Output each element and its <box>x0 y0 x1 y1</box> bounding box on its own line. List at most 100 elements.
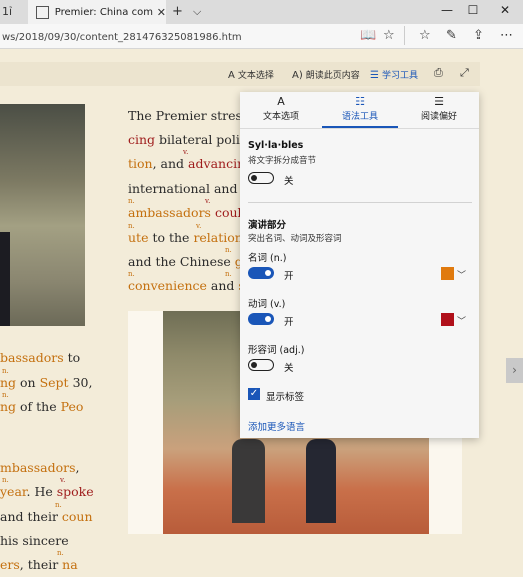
noun-word: mbassadors <box>0 460 76 475</box>
tab-bar: 1ỉ Premier: China committ ✕ + ⌵ — ☐ ✕ <box>0 0 523 24</box>
close-tab-icon[interactable]: ✕ <box>157 6 166 19</box>
verbs-label: 动词 (v.) <box>248 299 286 310</box>
article-text: , their <box>19 557 63 572</box>
favorite-star-icon[interactable]: ☆ <box>383 28 395 43</box>
adjectives-label: 形容词 (adj.) <box>248 345 305 356</box>
article-text: , <box>75 460 80 475</box>
article-text: and the Chinese <box>128 254 235 269</box>
article-text: and <box>206 278 239 293</box>
article-line: and their coun <box>0 509 93 524</box>
share-icon[interactable]: ⇪ <box>473 28 484 43</box>
article-text: of the <box>16 399 61 414</box>
reading-preferences-icon: ☰ <box>434 95 444 108</box>
reading-view-icon[interactable]: 📖 <box>360 28 376 43</box>
verbs-color-chevron-down-icon[interactable]: ﹀ <box>457 314 466 327</box>
article-line: bassadors to <box>0 350 80 365</box>
nouns-color-swatch[interactable] <box>441 267 454 280</box>
adjectives-toggle[interactable] <box>248 359 274 371</box>
pos-tag: n. <box>55 501 62 509</box>
tab-label: 语法工具 <box>341 112 378 122</box>
maximize-button[interactable]: ☐ <box>462 3 484 17</box>
verbs-color-swatch[interactable] <box>441 313 454 326</box>
article-line: convenience and su <box>128 278 253 293</box>
article-line: year. He spoke <box>0 484 94 499</box>
fullscreen-icon[interactable]: ⤢ <box>460 66 469 80</box>
pos-tag: n. <box>2 391 9 399</box>
tab-list-chevron-icon[interactable]: ⌵ <box>193 4 201 20</box>
text-options-button[interactable]: A 文本选择 <box>228 68 274 81</box>
pos-tag: n. <box>128 197 135 205</box>
pen-icon[interactable]: ✎ <box>446 28 457 43</box>
panel-tabs: A 文本选项 ☷ 语法工具 ☰ 阅读偏好 <box>240 92 479 129</box>
pos-tag: v. <box>205 197 211 205</box>
noun-word: ers <box>0 557 20 572</box>
grammar-tools-icon: ☷ <box>355 95 365 108</box>
font-size-icon: A <box>228 70 235 81</box>
nouns-color-chevron-down-icon[interactable]: ﹀ <box>457 268 466 281</box>
person-silhouette <box>0 232 10 326</box>
pos-tag: n. <box>2 476 9 484</box>
article-line: ambassadors could <box>128 205 250 220</box>
article-text: , and <box>152 156 189 171</box>
add-more-languages-link[interactable]: 添加更多语言 <box>248 419 305 433</box>
nouns-toggle[interactable] <box>248 267 274 279</box>
noun-word: convenience <box>128 278 207 293</box>
pos-tag: n. <box>128 222 135 230</box>
divider <box>248 202 472 203</box>
active-tab[interactable]: Premier: China committ ✕ <box>28 0 166 24</box>
pos-tag: v. <box>196 222 202 230</box>
more-menu-icon[interactable]: ⋯ <box>500 28 513 43</box>
article-line: and the Chinese gov <box>128 254 257 269</box>
active-tab-indicator <box>322 126 398 128</box>
noun-word: ng <box>0 375 17 390</box>
text-size-icon: A <box>277 95 285 108</box>
tab-label: 文本选项 <box>262 112 299 122</box>
tab-grammar-tools[interactable]: ☷ 语法工具 <box>321 95 399 122</box>
tab-label: 阅读偏好 <box>420 112 457 122</box>
url-text[interactable]: ws/2018/09/30/content_281476325081986.ht… <box>2 32 242 43</box>
learning-tools-button[interactable]: ☰ 学习工具 <box>370 68 418 81</box>
article-line: tion, and advancing <box>128 156 253 171</box>
minimize-button[interactable]: — <box>436 3 458 17</box>
print-icon[interactable]: ⎙ <box>434 66 443 80</box>
verbs-toggle[interactable] <box>248 313 274 325</box>
verb-word: cing <box>128 132 156 147</box>
article-line: his sincere <box>0 533 69 548</box>
tab-title: Premier: China committ <box>54 6 153 18</box>
nouns-toggle-state: 开 <box>284 271 294 282</box>
article-text: to <box>63 350 81 365</box>
show-labels-label: 显示标签 <box>266 392 305 403</box>
article-text: . He <box>26 484 57 499</box>
text-options-label: 文本选择 <box>237 71 274 81</box>
learning-tools-label: 学习工具 <box>381 71 418 81</box>
pos-tag: n. <box>57 549 64 557</box>
tab-text-options[interactable]: A 文本选项 <box>242 95 320 122</box>
nouns-label: 名词 (n.) <box>248 253 287 264</box>
new-tab-button[interactable]: + <box>172 4 183 20</box>
adjectives-toggle-state: 关 <box>284 363 294 374</box>
syllables-toggle-state: 关 <box>284 176 294 187</box>
previous-tab[interactable]: 1ỉ <box>0 2 28 22</box>
next-page-chevron-icon[interactable]: › <box>506 358 523 383</box>
article-line: ute to the relationsh <box>128 230 257 245</box>
parts-of-speech-heading: 演讲部分 <box>248 220 287 231</box>
noun-word: na <box>62 557 78 572</box>
noun-word: bassadors <box>0 350 64 365</box>
show-labels-checkbox[interactable]: ✓ <box>248 388 260 400</box>
article-photo-left <box>0 104 85 326</box>
article-text: and their <box>0 509 62 524</box>
article-line: ng on Sept 30, <box>0 375 92 390</box>
syllables-heading: Syl·la·bles <box>248 140 304 151</box>
read-aloud-button[interactable]: A) 朗读此页内容 <box>292 68 360 81</box>
tab-reading-preferences[interactable]: ☰ 阅读偏好 <box>400 95 478 122</box>
close-window-button[interactable]: ✕ <box>494 3 516 17</box>
article-text: international and re <box>128 181 255 196</box>
favorites-hub-icon[interactable]: ☆ <box>419 28 431 43</box>
verbs-toggle-state: 开 <box>284 317 294 328</box>
url-box[interactable]: ws/2018/09/30/content_281476325081986.ht… <box>0 26 405 45</box>
article-line: ng of the Peo <box>0 399 83 414</box>
read-aloud-label: 朗读此页内容 <box>305 71 360 81</box>
syllables-toggle[interactable] <box>248 172 274 184</box>
article-line: cing bilateral politic <box>128 132 256 147</box>
article-line: mbassadors, <box>0 460 80 475</box>
